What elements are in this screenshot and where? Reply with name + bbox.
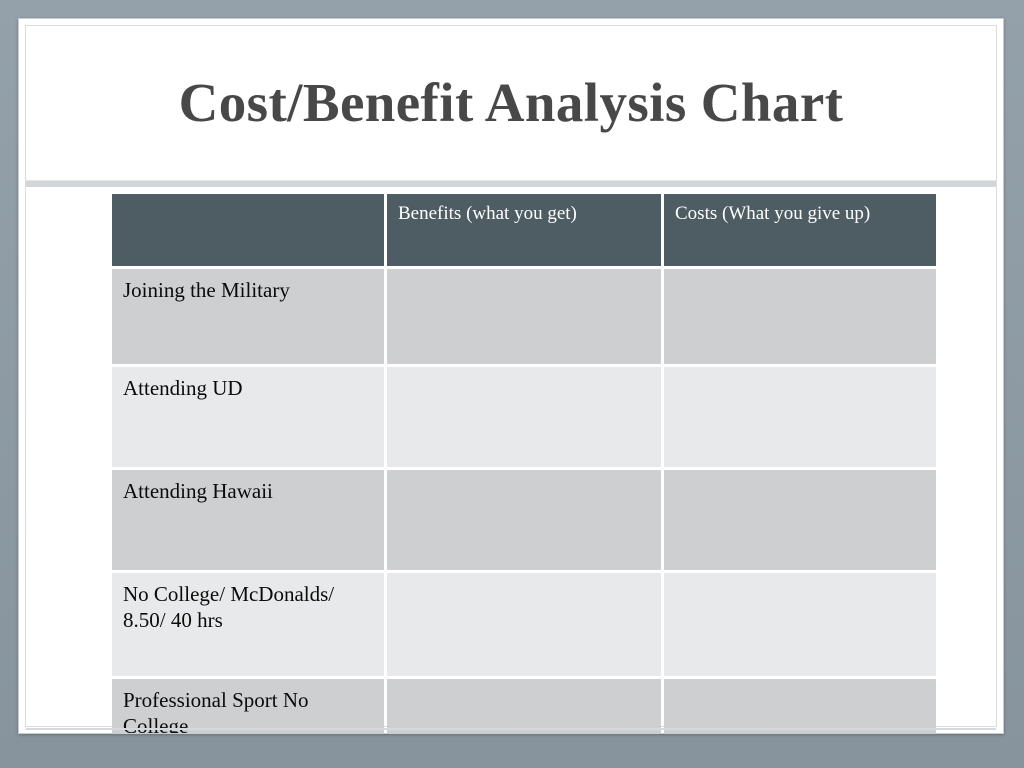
table-header: Benefits (what you get) Costs (What you …	[112, 194, 936, 266]
cell-costs[interactable]	[664, 470, 936, 570]
cell-costs[interactable]	[664, 573, 936, 676]
table-row: Professional Sport No College	[112, 679, 936, 733]
cell-costs[interactable]	[664, 269, 936, 364]
table-row: Joining the Military	[112, 269, 936, 364]
cell-item: Attending UD	[112, 367, 384, 467]
table-body: Joining the Military Attending UD Attend…	[112, 269, 936, 733]
cell-item: Attending Hawaii	[112, 470, 384, 570]
title-placeholder: Cost/Benefit Analysis Chart	[26, 26, 996, 179]
table-header-row: Benefits (what you get) Costs (What you …	[112, 194, 936, 266]
presentation-slide: Cost/Benefit Analysis Chart Benefits (wh…	[18, 18, 1004, 734]
cell-benefits[interactable]	[387, 573, 661, 676]
cell-item: No College/ McDonalds/ 8.50/ 40 hrs	[112, 573, 384, 676]
cell-costs[interactable]	[664, 679, 936, 733]
cell-benefits[interactable]	[387, 679, 661, 733]
cell-benefits[interactable]	[387, 269, 661, 364]
table-row: No College/ McDonalds/ 8.50/ 40 hrs	[112, 573, 936, 676]
page-title: Cost/Benefit Analysis Chart	[178, 71, 844, 133]
column-header-item	[112, 194, 384, 266]
title-divider	[26, 180, 996, 187]
cell-benefits[interactable]	[387, 470, 661, 570]
cell-benefits[interactable]	[387, 367, 661, 467]
column-header-costs: Costs (What you give up)	[664, 194, 936, 266]
table-row: Attending UD	[112, 367, 936, 467]
cost-benefit-table: Benefits (what you get) Costs (What you …	[109, 191, 939, 733]
column-header-benefits: Benefits (what you get)	[387, 194, 661, 266]
cell-costs[interactable]	[664, 367, 936, 467]
cell-item: Joining the Military	[112, 269, 384, 364]
footer-divider	[26, 728, 996, 730]
cell-item: Professional Sport No College	[112, 679, 384, 733]
table-row: Attending Hawaii	[112, 470, 936, 570]
slide-content-area: Cost/Benefit Analysis Chart Benefits (wh…	[25, 25, 997, 733]
